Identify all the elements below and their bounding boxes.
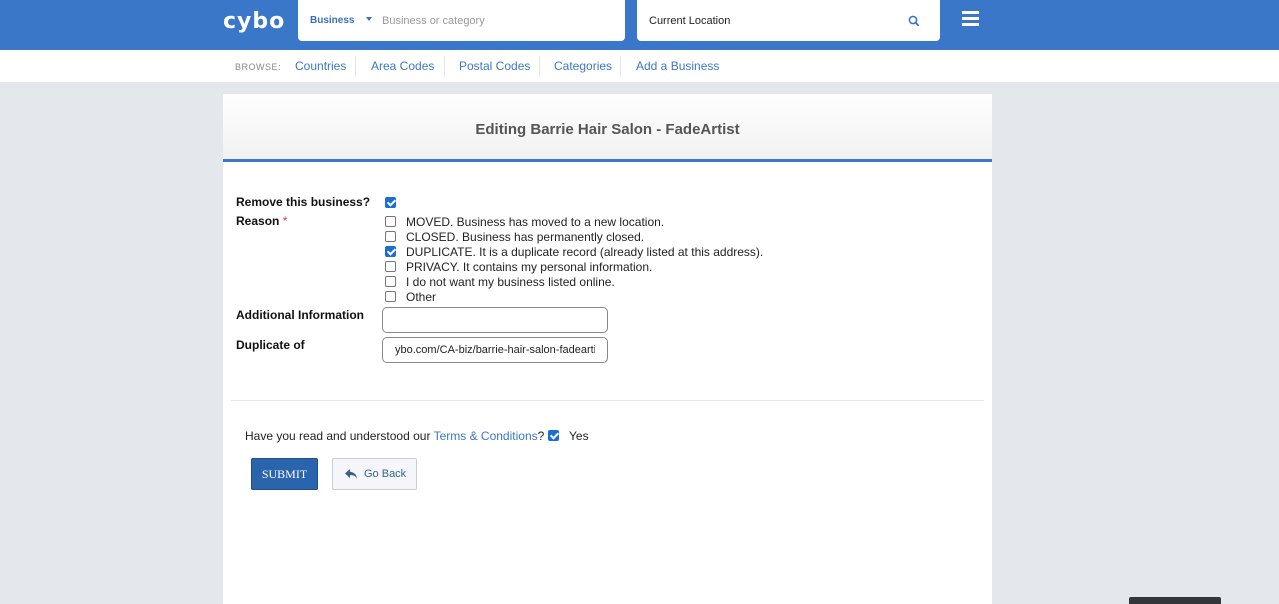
edit-form-card: Editing Barrie Hair Salon - FadeArtist R…: [223, 94, 992, 604]
search-input[interactable]: [382, 8, 612, 34]
reason-privacy-checkbox[interactable]: [385, 261, 396, 272]
duplicate-of-label: Duplicate of: [236, 338, 305, 352]
divider: [620, 56, 621, 77]
additional-info-field[interactable]: [382, 307, 608, 333]
browse-link-categories[interactable]: Categories: [554, 59, 612, 73]
top-bar: cybo Business: [0, 0, 1279, 50]
browse-link-add-business[interactable]: Add a Business: [636, 59, 719, 73]
browse-link-area-codes[interactable]: Area Codes: [371, 59, 434, 73]
search-box: Business: [298, 0, 625, 41]
reason-not-online-checkbox[interactable]: [385, 276, 396, 287]
category-select[interactable]: Business: [310, 15, 354, 26]
go-back-label: Go Back: [364, 468, 407, 480]
reason-duplicate-label: DUPLICATE. It is a duplicate record (alr…: [406, 245, 764, 259]
page-title: Editing Barrie Hair Salon - FadeArtist: [475, 121, 740, 138]
divider: [444, 56, 445, 77]
reason-other-checkbox[interactable]: [385, 291, 396, 302]
caret-down-icon[interactable]: [366, 17, 372, 21]
location-box: [637, 0, 940, 41]
divider: [539, 56, 540, 77]
card-header: Editing Barrie Hair Salon - FadeArtist: [223, 94, 992, 162]
reason-privacy-label: PRIVACY. It contains my personal informa…: [406, 260, 653, 274]
chat-widget-tab[interactable]: [1129, 597, 1221, 604]
reason-moved-label: MOVED. Business has moved to a new locat…: [406, 215, 665, 229]
reply-arrow-icon: [345, 469, 357, 479]
reason-closed-label: CLOSED. Business has permanently closed.: [406, 230, 645, 244]
browse-label: BROWSE:: [235, 62, 282, 72]
browse-link-postal-codes[interactable]: Postal Codes: [459, 59, 530, 73]
reason-other-label: Other: [406, 290, 437, 304]
browse-link-countries[interactable]: Countries: [295, 59, 346, 73]
terms-checkbox[interactable]: [548, 430, 559, 441]
reason-moved-checkbox[interactable]: [385, 216, 396, 227]
required-mark: *: [282, 214, 288, 228]
reason-not-online-label: I do not want my business listed online.: [406, 275, 615, 289]
browse-bar: BROWSE: Countries Area Codes Postal Code…: [0, 50, 1279, 82]
location-input[interactable]: [649, 8, 899, 34]
search-icon[interactable]: [906, 13, 922, 29]
terms-yes-label: Yes: [569, 429, 589, 443]
reason-label: Reason *: [236, 214, 288, 228]
remove-business-label: Remove this business?: [236, 195, 371, 209]
terms-link[interactable]: Terms & Conditions: [434, 429, 538, 443]
hamburger-menu-icon[interactable]: [962, 11, 982, 29]
reason-duplicate-checkbox[interactable]: [385, 246, 396, 257]
cybo-logo[interactable]: cybo: [223, 9, 285, 34]
divider: [355, 56, 356, 77]
go-back-button[interactable]: Go Back: [332, 458, 417, 490]
terms-question: Have you read and understood our Terms &…: [245, 429, 545, 443]
remove-business-checkbox[interactable]: [385, 197, 396, 208]
divider: [231, 400, 984, 401]
submit-button[interactable]: SUBMIT: [251, 458, 318, 490]
additional-info-label: Additional Information: [236, 308, 364, 322]
duplicate-of-field[interactable]: [382, 337, 608, 363]
reason-closed-checkbox[interactable]: [385, 231, 396, 242]
